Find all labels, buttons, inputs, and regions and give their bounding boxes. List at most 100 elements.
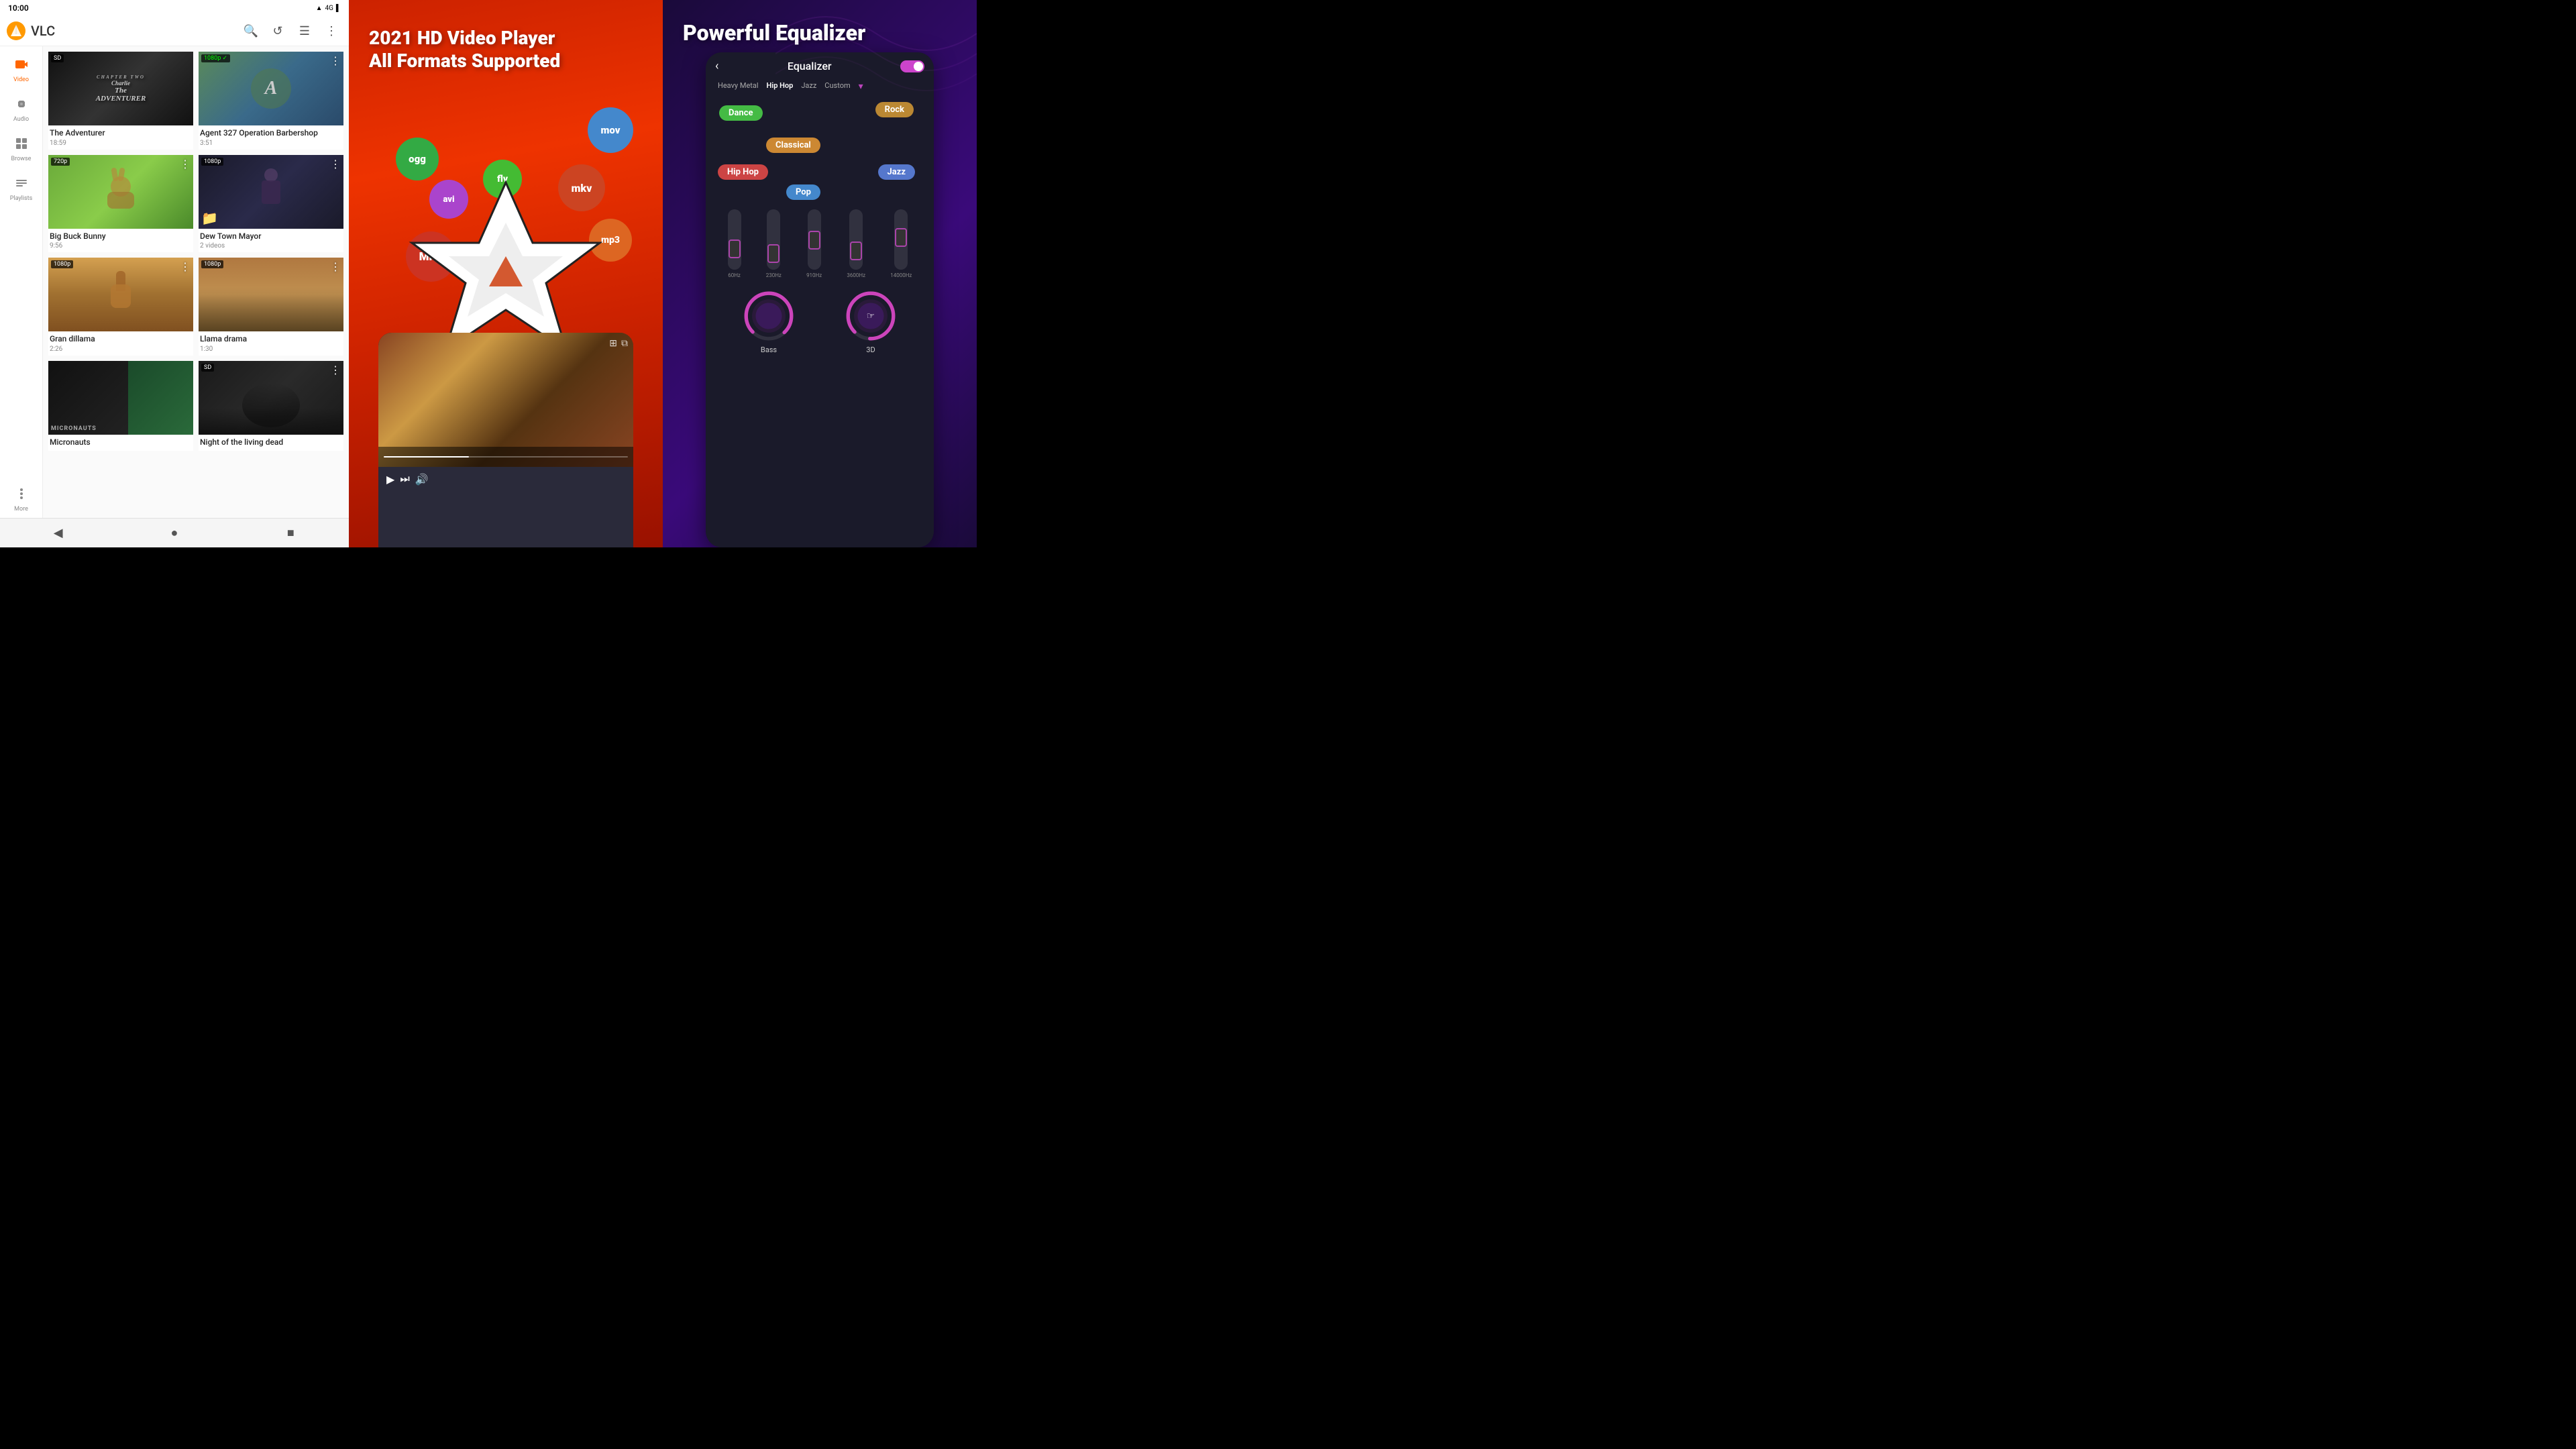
phone-controls: ▶ ⏭ 🔊 xyxy=(378,467,633,491)
video-grid-container[interactable]: SD CHAPTER TWO Charlie TheADVENTURER The… xyxy=(43,46,349,518)
preset-heavymetal[interactable]: Heavy Metal xyxy=(718,81,759,92)
home-button[interactable]: ● xyxy=(116,524,232,542)
search-icon[interactable]: 🔍 xyxy=(240,20,262,42)
video-card-night[interactable]: SD ⋮ Night of the living dead xyxy=(199,361,343,451)
phone-play-btn[interactable]: ▶ xyxy=(386,473,394,486)
more-nav-label: More xyxy=(14,506,28,513)
more-btn-night[interactable]: ⋮ xyxy=(330,364,341,376)
badge-night: SD xyxy=(201,364,214,372)
video-meta-agent327: 3:51 xyxy=(200,140,342,147)
knob-bass[interactable] xyxy=(742,289,796,343)
eq-phone: ‹ Equalizer Heavy Metal Hip Hop Jazz Cus… xyxy=(706,52,934,547)
nav-more[interactable]: More xyxy=(0,481,42,518)
vlc-panel: 10:00 ▲ 4G ▌ VLC 🔍 ↺ ☰ ⋮ xyxy=(0,0,349,547)
nav-playlists[interactable]: Playlists xyxy=(0,170,42,207)
video-info-llama: Llama drama 1:30 xyxy=(199,331,343,356)
signal-icon: 4G xyxy=(325,5,333,12)
preset-jazz[interactable]: Jazz xyxy=(801,81,816,92)
preset-dropdown-icon[interactable]: ▾ xyxy=(859,81,863,92)
knob-bass-label: Bass xyxy=(761,345,777,354)
eq-knobs: Bass ☞ 3D xyxy=(712,284,927,360)
playlists-nav-label: Playlists xyxy=(10,195,33,202)
recents-button[interactable]: ■ xyxy=(233,524,349,542)
slider-track-3600hz[interactable] xyxy=(849,209,863,270)
badge-adventurer: SD xyxy=(51,54,64,62)
audio-nav-icon xyxy=(14,97,29,115)
eq-sliders: 60Hz 230Hz 910Hz 3600Hz xyxy=(712,198,927,278)
phone-volume-btn[interactable]: 🔊 xyxy=(415,473,429,486)
phone-layout-icon[interactable]: ⧉ xyxy=(621,338,628,349)
video-meta-adventurer: 18:59 xyxy=(50,140,192,147)
more-icon[interactable]: ⋮ xyxy=(321,20,342,42)
slider-thumb-910hz[interactable] xyxy=(808,231,820,250)
video-info-bigbuck: Big Buck Bunny 9:56 xyxy=(48,229,193,253)
sort-icon[interactable]: ☰ xyxy=(294,20,315,42)
genre-hiphop[interactable]: Hip Hop xyxy=(718,164,768,180)
freq-label-230hz: 230Hz xyxy=(766,272,782,278)
preset-hiphop[interactable]: Hip Hop xyxy=(767,81,794,92)
video-card-micronauts[interactable]: ⋮ MICRONAUTS Micronauts xyxy=(48,361,193,451)
adventurer-title-overlay: CHAPTER TWO Charlie TheADVENTURER xyxy=(93,72,149,105)
nav-browse[interactable]: Browse xyxy=(0,131,42,168)
format-mov: mov xyxy=(588,107,633,153)
audio-nav-label: Audio xyxy=(13,116,29,123)
phone-video-frame: ⊞ ⧉ xyxy=(378,333,633,467)
phone-hashtag-icon[interactable]: ⊞ xyxy=(609,338,617,349)
slider-thumb-230hz[interactable] xyxy=(767,244,780,263)
genre-jazz[interactable]: Jazz xyxy=(878,164,915,180)
video-info-dewtown: Dew Town Mayor 2 videos xyxy=(199,229,343,253)
video-card-llama[interactable]: 1080p ⋮ Llama drama 1:30 xyxy=(199,258,343,356)
nav-audio[interactable]: Audio xyxy=(0,91,42,128)
history-icon[interactable]: ↺ xyxy=(267,20,288,42)
thumb-bigbuck: 720p ⋮ xyxy=(48,155,193,229)
video-card-bigbuck[interactable]: 720p ⋮ Big Buck xyxy=(48,155,193,253)
wifi-icon: ▲ xyxy=(316,5,323,12)
video-card-agent327[interactable]: 1080p ✓ ⋮ A Agent 327 Operation Barbersh… xyxy=(199,52,343,150)
video-card-dewtown[interactable]: 1080p ⋮ 📁 Dew Town Mayor xyxy=(199,155,343,253)
genre-pop[interactable]: Pop xyxy=(786,184,820,200)
genre-rock[interactable]: Rock xyxy=(875,102,914,117)
slider-60hz: 60Hz xyxy=(728,209,741,278)
slider-thumb-60hz[interactable] xyxy=(729,239,741,258)
browse-nav-label: Browse xyxy=(11,156,32,162)
nav-video[interactable]: Video xyxy=(0,52,42,89)
knob-3d-wrap: ☞ 3D xyxy=(844,289,898,354)
eq-headline: Powerful Equalizer xyxy=(663,0,977,46)
eq-presets: Heavy Metal Hip Hop Jazz Custom ▾ xyxy=(712,78,927,95)
eq-back-btn[interactable]: ‹ xyxy=(715,59,718,73)
thumb-gran: 1080p ⋮ xyxy=(48,258,193,331)
phone-screen-middle: ⊞ ⧉ ▶ ⏭ 🔊 xyxy=(378,333,633,547)
freq-label-3600hz: 3600Hz xyxy=(847,272,865,278)
slider-track-910hz[interactable] xyxy=(808,209,821,270)
bottom-nav: ◀ ● ■ xyxy=(0,518,349,547)
slider-910hz: 910Hz xyxy=(806,209,822,278)
video-title-gran: Gran dillama xyxy=(50,334,192,345)
video-title-dewtown: Dew Town Mayor xyxy=(200,231,342,242)
video-title-llama: Llama drama xyxy=(200,334,342,345)
slider-thumb-3600hz[interactable] xyxy=(850,241,862,260)
slider-14000hz: 14000Hz xyxy=(890,209,912,278)
eq-phone-header: ‹ Equalizer xyxy=(712,59,927,73)
genre-classical[interactable]: Classical xyxy=(766,138,820,153)
vlc-title-text: VLC xyxy=(31,23,235,39)
video-info-adventurer: The Adventurer 18:59 xyxy=(48,125,193,150)
slider-track-60hz[interactable] xyxy=(728,209,741,270)
video-card-gran[interactable]: 1080p ⋮ Gran dillama 2:26 xyxy=(48,258,193,356)
back-button[interactable]: ◀ xyxy=(0,524,116,542)
vlc-logo xyxy=(7,21,25,40)
middle-panel: 2021 HD Video PlayerAll Formats Supporte… xyxy=(349,0,663,547)
phone-skip-btn[interactable]: ⏭ xyxy=(400,472,409,486)
thumb-dewtown: 1080p ⋮ 📁 xyxy=(199,155,343,229)
knob-3d[interactable]: ☞ xyxy=(844,289,898,343)
right-panel: Powerful Equalizer ‹ Equalizer Heavy Met… xyxy=(663,0,977,547)
battery-icon: ▌ xyxy=(336,5,341,12)
video-card-adventurer[interactable]: SD CHAPTER TWO Charlie TheADVENTURER The… xyxy=(48,52,193,150)
slider-track-14000hz[interactable] xyxy=(894,209,908,270)
preset-custom[interactable]: Custom xyxy=(824,81,850,92)
slider-thumb-14000hz[interactable] xyxy=(895,228,907,247)
genre-dance[interactable]: Dance xyxy=(719,105,763,121)
knob-3d-label: 3D xyxy=(866,345,875,354)
eq-toggle[interactable] xyxy=(900,60,924,72)
slider-track-230hz[interactable] xyxy=(767,209,780,270)
video-title-agent327: Agent 327 Operation Barbershop xyxy=(200,128,342,139)
